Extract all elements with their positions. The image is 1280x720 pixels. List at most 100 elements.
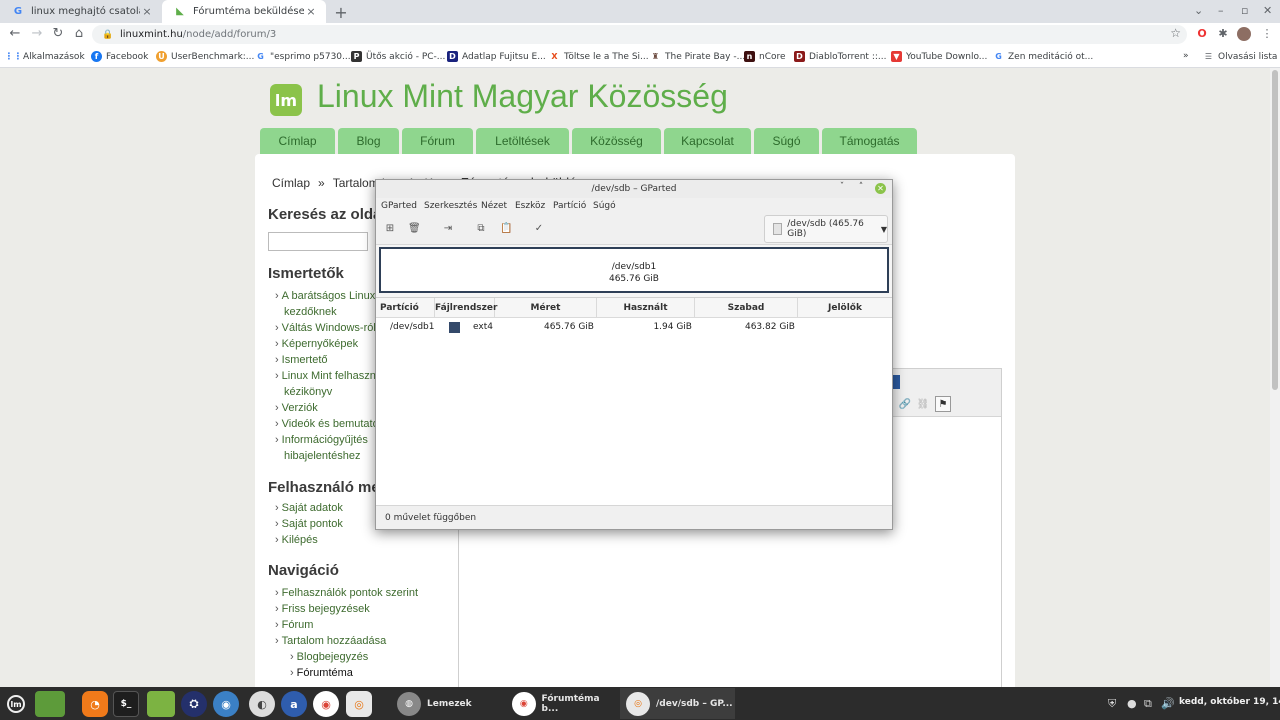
app-icon-gray[interactable]: ◐ [249, 691, 275, 717]
files-folder-icon[interactable] [147, 691, 175, 717]
link-baratsagos-linux-cont[interactable]: kezdőknek [284, 306, 337, 318]
menu-tab-sugo[interactable]: Súgó [754, 128, 819, 154]
mint-menu-icon[interactable]: lm [4, 691, 28, 717]
menu-tab-forum[interactable]: Fórum [402, 128, 473, 154]
menu-szerkesztes[interactable]: Szerkesztés [424, 201, 477, 211]
bookmark-adatlap[interactable]: D Adatlap Fujitsu E... [447, 51, 546, 62]
link-valtas-windows[interactable]: › Váltás Windows-ról [275, 322, 376, 334]
link-kezikonyv-cont[interactable]: kézikönyv [284, 386, 332, 398]
anchor-flag-icon[interactable]: ⚑ [935, 396, 951, 412]
bookmark-utos-akcio[interactable]: P Ütős akció - PC-... [351, 51, 445, 62]
gparted-launcher-icon[interactable]: ◎ [346, 691, 372, 717]
menu-sugo[interactable]: Súgó [593, 201, 616, 211]
menu-particio[interactable]: Partíció [553, 201, 586, 211]
link-videok[interactable]: › Videók és bemutatók [275, 418, 384, 430]
col-particio[interactable]: Partíció [376, 298, 435, 318]
bookmark-userbenchmark[interactable]: U UserBenchmark:... [156, 51, 254, 62]
extensions-puzzle-icon[interactable]: ✱ [1216, 27, 1230, 41]
linux-mint-logo[interactable]: lm [270, 84, 302, 116]
gparted-titlebar[interactable]: /dev/sdb – GParted [376, 180, 892, 198]
copy-icon[interactable]: ⧉ [475, 223, 487, 235]
forward-icon[interactable]: → [29, 26, 45, 41]
app-icon-a[interactable]: a [281, 691, 307, 717]
unlink-icon[interactable]: ⛓ [915, 397, 931, 413]
link-sajat-adatok[interactable]: › Saját adatok [275, 502, 343, 514]
task-gparted[interactable]: ◎ /dev/sdb – GP... [620, 688, 735, 719]
bookmark-esprimo[interactable]: G "esprimo p5730... [255, 51, 350, 62]
maximize-icon[interactable]: ˄ [856, 182, 866, 192]
page-scrollbar[interactable] [1270, 68, 1280, 687]
minimize-icon[interactable]: – [1218, 4, 1224, 17]
home-icon[interactable]: ⌂ [71, 26, 87, 41]
device-selector[interactable]: /dev/sdb (465.76 GiB) ▼ [764, 215, 888, 243]
network-icon[interactable]: ⧉ [1144, 697, 1152, 711]
apply-check-icon[interactable]: ✓ [533, 223, 545, 235]
terminal-icon[interactable]: $_ [113, 691, 139, 717]
menu-tab-kapcsolat[interactable]: Kapcsolat [664, 128, 751, 154]
link-sajat-pontok[interactable]: › Saját pontok [275, 518, 343, 530]
mintupdate-icon[interactable]: ⛭ [181, 691, 207, 717]
link-forumtema[interactable]: › Fórumtéma [290, 667, 353, 679]
scrollbar-thumb[interactable] [1272, 70, 1278, 390]
profile-avatar[interactable] [1237, 27, 1251, 41]
col-szabad[interactable]: Szabad [695, 298, 798, 318]
opera-extension-icon[interactable]: O [1195, 27, 1209, 41]
menu-tab-letoltesek[interactable]: Letöltések [476, 128, 569, 154]
menu-gparted[interactable]: GParted [381, 201, 417, 211]
bookmark-pirate-bay[interactable]: ♜ The Pirate Bay -... [650, 51, 745, 62]
tab-search-icon[interactable]: ⌄ [1194, 4, 1203, 17]
app-icon-blue[interactable]: ◉ [213, 691, 239, 717]
site-title[interactable]: Linux Mint Magyar Közösség [317, 78, 728, 115]
menu-nezet[interactable]: Nézet [481, 201, 507, 211]
shield-icon[interactable]: ⛨ [1108, 697, 1116, 711]
bookmark-zen-meditacio[interactable]: G Zen meditáció ot... [993, 51, 1093, 62]
bookmark-toltse-le[interactable]: X Töltse le a The Si... [549, 51, 648, 62]
menu-tab-cimlap[interactable]: Címlap [260, 128, 335, 154]
col-hasznalt[interactable]: Használt [597, 298, 695, 318]
bookmark-facebook[interactable]: f Facebook [91, 51, 148, 62]
site-search-input[interactable] [268, 232, 368, 251]
link-icon[interactable]: 🔗 [897, 397, 913, 413]
link-kilepes[interactable]: › Kilépés [275, 534, 318, 546]
link-felhasznalok-pontok[interactable]: › Felhasználók pontok szerint [275, 587, 418, 599]
reading-list[interactable]: ☰ Olvasási lista [1203, 51, 1278, 62]
bookmark-apps[interactable]: ⋮⋮ Alkalmazások [5, 51, 85, 62]
breadcrumb-home[interactable]: Címlap [272, 176, 310, 190]
col-fajlrendszer[interactable]: Fájlrendszer [435, 298, 497, 318]
menu-tab-blog[interactable]: Blog [338, 128, 399, 154]
link-friss-bejegyzesek[interactable]: › Friss bejegyzések [275, 603, 370, 615]
link-blogbejegyzes[interactable]: › Blogbejegyzés [290, 651, 368, 663]
menu-tab-kozosseg[interactable]: Közösség [572, 128, 661, 154]
maximize-icon[interactable]: ▫ [1241, 4, 1248, 17]
link-informaciogyujtes-cont[interactable]: hibajelentéshez [284, 450, 360, 462]
link-baratsagos-linux[interactable]: › A barátságos Linux [275, 290, 375, 302]
resize-move-icon[interactable]: ⇥ [442, 223, 454, 235]
bookmark-ncore[interactable]: n nCore [744, 51, 786, 62]
bookmark-youtube-downloader[interactable]: ▼ YouTube Downlo... [891, 51, 987, 62]
new-tab-button[interactable]: + [332, 3, 350, 22]
tab-close-icon[interactable]: × [304, 5, 318, 18]
bookmark-star-icon[interactable]: ☆ [1170, 26, 1181, 40]
show-desktop-icon[interactable] [35, 691, 65, 717]
link-tartalom-hozzaadasa[interactable]: › Tartalom hozzáadása [275, 635, 386, 647]
tab-forum-submit[interactable]: ◣ Fórumtéma beküldése | Linux × [162, 0, 326, 23]
volume-icon[interactable]: 🔊 [1161, 697, 1175, 710]
link-ismerteto[interactable]: › Ismertető [275, 354, 328, 366]
minimize-icon[interactable]: ˇ [837, 182, 847, 192]
clock[interactable]: kedd, október 19, 14:26 [1179, 697, 1280, 707]
firefox-icon[interactable]: ◔ [82, 691, 108, 717]
close-window-icon[interactable]: ✕ [1263, 4, 1272, 17]
user-icon[interactable]: ● [1127, 697, 1137, 710]
menu-eszkoz[interactable]: Eszköz [515, 201, 545, 211]
col-meret[interactable]: Méret [495, 298, 597, 318]
bookmark-diablotorrent[interactable]: D DiabloTorrent ::... [794, 51, 886, 62]
delete-icon[interactable]: 🗑 [408, 223, 421, 235]
task-chrome-forum[interactable]: ◉ Fórumtéma b... [506, 688, 618, 719]
link-kepernyokepek[interactable]: › Képernyőképek [275, 338, 358, 350]
tab-close-icon[interactable]: × [140, 5, 154, 18]
editor-format-button[interactable] [892, 375, 900, 389]
chrome-icon[interactable]: ◉ [313, 691, 339, 717]
reload-icon[interactable]: ↻ [50, 26, 66, 41]
tab-google-search[interactable]: G linux meghajtó csatolása - Go × [0, 0, 162, 23]
bookmarks-more[interactable]: » [1183, 51, 1189, 61]
